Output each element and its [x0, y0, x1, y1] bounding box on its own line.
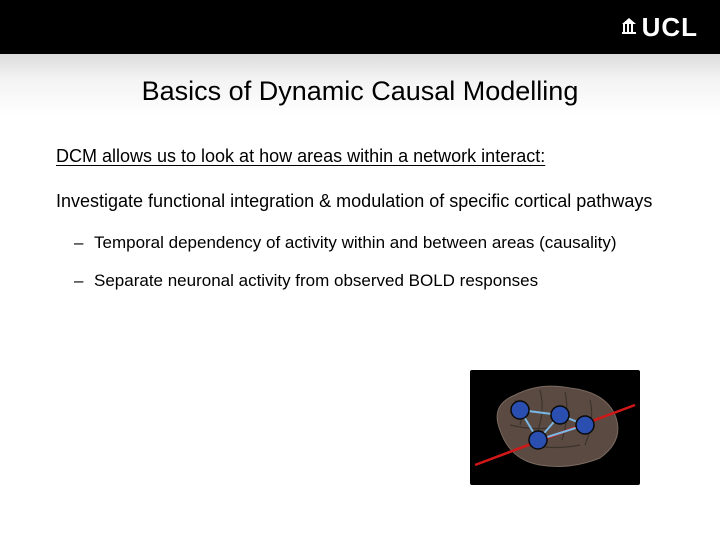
header-bar: UCL: [0, 0, 720, 54]
bullet-item: Temporal dependency of activity within a…: [74, 233, 664, 253]
ucl-logo-text: UCL: [642, 12, 698, 43]
ucl-logo: UCL: [620, 12, 698, 43]
bullet-item: Separate neuronal activity from observed…: [74, 271, 664, 291]
brain-network-figure: [470, 370, 640, 485]
bullet-list: Temporal dependency of activity within a…: [56, 233, 664, 291]
brain-network-icon: [470, 370, 640, 485]
title-strip: Basics of Dynamic Causal Modelling: [0, 54, 720, 116]
slide-content: DCM allows us to look at how areas withi…: [0, 116, 720, 291]
description-text: Investigate functional integration & mod…: [56, 189, 664, 213]
ucl-dome-icon: [620, 17, 638, 35]
intro-text: DCM allows us to look at how areas withi…: [56, 146, 664, 167]
slide-title: Basics of Dynamic Causal Modelling: [0, 54, 720, 107]
